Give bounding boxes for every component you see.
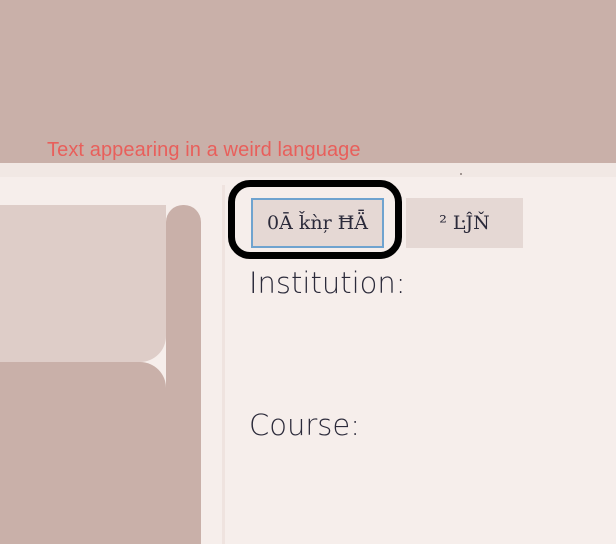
tab-second-label: ² ĿĴŇ [439,212,490,234]
highlight-circle [228,180,402,259]
top-strip [0,163,616,177]
institution-label: Institution: [249,266,406,300]
left-panel-dark [0,362,166,544]
course-label: Course: [249,408,361,442]
left-panel-light [0,205,166,362]
divider-dot [460,173,462,175]
left-scrollbar[interactable] [166,205,201,544]
annotation-text: Text appearing in a weird language [47,139,361,161]
tab-second[interactable]: ² ĿĴŇ [406,198,523,248]
